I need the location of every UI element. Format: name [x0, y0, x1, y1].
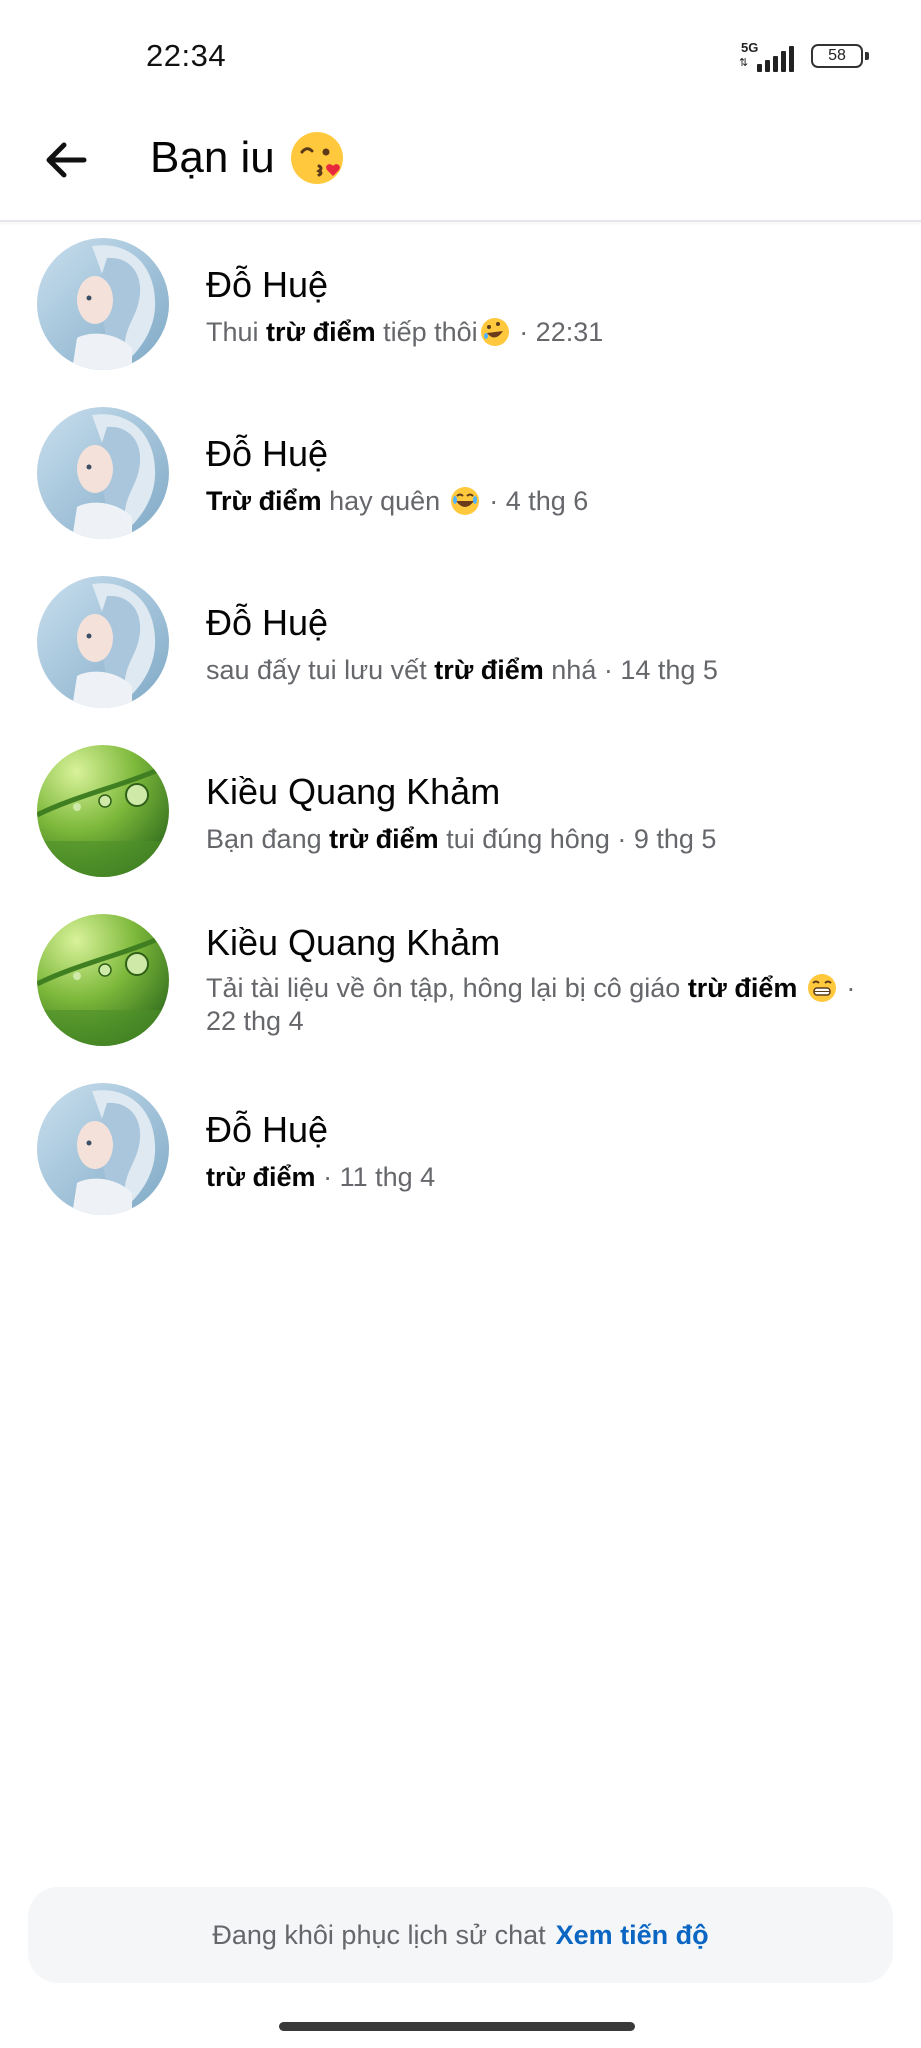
result-row[interactable]: Đỗ Huệ Thui trừ điểm tiếp thôi · 22:31	[0, 222, 921, 391]
search-highlight: trừ điểm	[329, 824, 439, 854]
contact-name: Kiều Quang Khảm	[206, 771, 501, 812]
network-type: 5G	[741, 40, 759, 55]
joy-emoji-icon	[450, 486, 480, 516]
result-row[interactable]: Kiều Quang Khảm Bạn đang trừ điểm tui đú…	[0, 729, 921, 898]
message-time: · 14 thg 5	[603, 655, 718, 685]
message-snippet: Bạn đang trừ điểm tui đúng hông · 9 thg …	[206, 824, 717, 854]
search-highlight: trừ điểm	[266, 317, 376, 347]
message-snippet: Thui trừ điểm tiếp thôi · 22:31	[206, 316, 886, 349]
contact-name: Đỗ Huệ	[206, 433, 329, 474]
avatar	[37, 1083, 169, 1215]
contact-name: Đỗ Huệ	[206, 1109, 329, 1150]
status-bar: 22:34 5G ⇅ 58	[0, 0, 921, 110]
contact-name: Kiều Quang Khảm	[206, 922, 501, 963]
avatar	[37, 576, 169, 708]
search-highlight: trừ điểm	[687, 973, 798, 1003]
battery-level: 58	[828, 47, 846, 64]
header: Bạn iu	[0, 110, 921, 222]
message-snippet: Tải tài liệu về ôn tập, hông lại bị cô g…	[206, 973, 856, 1036]
message-time: · 22:31	[511, 317, 604, 347]
search-highlight: trừ điểm	[206, 1162, 316, 1192]
view-progress-link[interactable]: Xem tiến độ	[556, 1920, 709, 1951]
data-arrows-icon: ⇅	[739, 57, 749, 69]
message-snippet: Trừ điểm hay quên · 4 thg 6	[206, 486, 589, 516]
result-row[interactable]: Đỗ Huệ sau đấy tui lưu vết trừ điểm nhá …	[0, 560, 921, 729]
message-time: · 9 thg 5	[609, 824, 717, 854]
avatar	[37, 238, 169, 370]
search-highlight: trừ điểm	[434, 655, 544, 685]
message-time: · 11 thg 4	[323, 1162, 436, 1192]
signal-bars	[757, 46, 794, 72]
restore-history-banner: Đang khôi phục lịch sử chat Xem tiến độ	[28, 1887, 893, 1983]
page-title: Bạn iu	[150, 130, 345, 186]
avatar	[37, 407, 169, 539]
status-time: 22:34	[146, 38, 227, 73]
search-highlight: Trừ điểm	[206, 486, 322, 516]
page-title-text: Bạn iu	[150, 133, 275, 182]
result-row[interactable]: Kiều Quang Khảm Tải tài liệu về ôn tập, …	[0, 898, 921, 1067]
avatar	[37, 914, 169, 1046]
message-time: · 4 thg 6	[481, 486, 589, 516]
avatar	[37, 745, 169, 877]
contact-name: Đỗ Huệ	[206, 602, 329, 643]
back-arrow-icon[interactable]	[38, 132, 94, 188]
rofl-emoji-icon	[480, 317, 510, 347]
signal-icon: 5G ⇅	[737, 38, 799, 72]
grin-emoji-icon	[807, 973, 837, 1003]
search-results-list: Đỗ Huệ Thui trừ điểm tiếp thôi · 22:31 Đ…	[0, 222, 921, 1236]
contact-name: Đỗ Huệ	[206, 264, 329, 305]
result-row[interactable]: Đỗ Huệ Trừ điểm hay quên · 4 thg 6	[0, 391, 921, 560]
result-row[interactable]: Đỗ Huệ trừ điểm · 11 thg 4	[0, 1067, 921, 1236]
banner-text: Đang khôi phục lịch sử chat	[212, 1919, 546, 1950]
message-snippet: trừ điểm · 11 thg 4	[206, 1161, 886, 1194]
kissing-heart-emoji-icon	[289, 130, 345, 186]
message-snippet: sau đấy tui lưu vết trừ điểm nhá · 14 th…	[206, 655, 718, 685]
home-indicator[interactable]	[279, 2022, 635, 2031]
battery-icon: 58	[811, 44, 869, 68]
